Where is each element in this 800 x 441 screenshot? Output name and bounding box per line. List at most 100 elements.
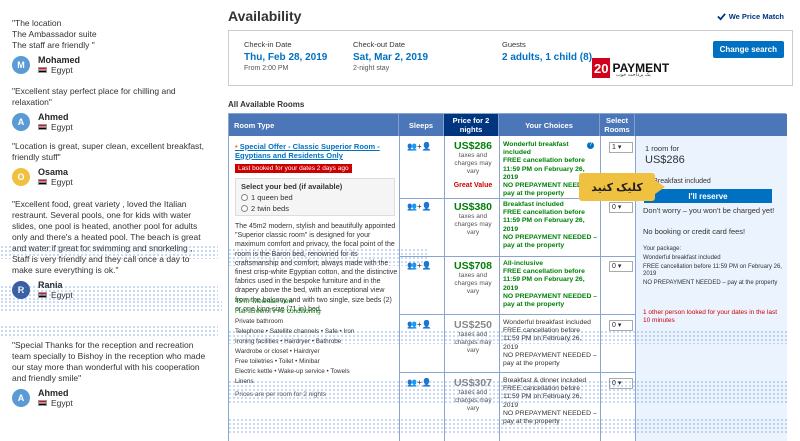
choices-cell: All-inclusive FREE cancellation before 1… (503, 260, 598, 309)
review-card: "The location The Ambassador suite The s… (12, 18, 212, 75)
checkin-value: Thu, Feb 28, 2019 (244, 52, 328, 63)
guests-block[interactable]: Guests 2 adults, 1 child (8) (502, 40, 592, 63)
amenity-line: 45 m² Mountain view (235, 297, 399, 306)
room-quantity-select[interactable]: 0 ▾ (609, 320, 633, 331)
header-room-type: Room Type (229, 114, 399, 136)
price-value: US$307 (454, 377, 492, 389)
room-quantity-select[interactable]: 0 ▾ (609, 378, 633, 389)
review-quote: "The location The Ambassador suite The s… (12, 18, 97, 50)
row-divider (399, 256, 635, 257)
room-name-link[interactable]: • Special Offer - Classic Superior Room … (235, 142, 397, 160)
avatar: R (12, 281, 30, 299)
column-divider (399, 136, 400, 441)
summary-rooms: 1 room for (645, 144, 680, 153)
price-cell: US$307 taxes and charges may vary (449, 377, 497, 413)
sleeps-icon: 👥+👤 (407, 142, 432, 151)
choice-meal: Breakfast & dinner included (503, 377, 587, 384)
room-name: Special Offer - Classic Superior Room - … (235, 142, 380, 160)
summary-price: US$286 (645, 154, 685, 166)
sleeps-icon: 👥+👤 (407, 261, 432, 270)
checkin-block[interactable]: Check-in Date Thu, Feb 28, 2019 From 2:0… (244, 40, 327, 72)
column-divider (444, 136, 445, 441)
checkout-value: Sat, Mar 2, 2019 (353, 52, 429, 63)
review-author: R Rania Egypt (12, 280, 212, 300)
header-choices: Your Choices (499, 114, 600, 136)
price-cell: US$708 taxes and charges may vary (449, 260, 497, 296)
select-value: 0 (612, 204, 616, 211)
price-note: taxes and charges may vary (454, 152, 492, 175)
choice-prepayment: NO PREPAYMENT NEEDED – pay at the proper… (503, 351, 597, 368)
great-value-badge: Great Value (453, 182, 493, 189)
price-note: taxes and charges may vary (454, 213, 492, 236)
price-note: taxes and charges may vary (454, 272, 492, 295)
amenity-line: Electric kettle • Wake-up service • Towe… (235, 368, 350, 375)
amenity-line: Linens (235, 378, 254, 385)
amenity-line: Wardrobe or closet • Hairdryer (235, 348, 320, 355)
author-country: Egypt (38, 65, 80, 75)
flag-icon (38, 292, 47, 298)
price-match-badge[interactable]: We Price Match (716, 12, 784, 21)
author-name: Mohamed (38, 55, 81, 65)
sleeps-icon: 👥+👤 (407, 320, 432, 329)
rooms-table: Room Type Sleeps Price for 2 nights Your… (228, 113, 787, 441)
select-value: 0 (612, 322, 616, 329)
section-title: All Available Rooms (228, 100, 305, 109)
callout-arrow-icon (655, 180, 665, 194)
bed-option-twin[interactable]: 2 twin beds (241, 204, 389, 213)
bed-option-queen[interactable]: 1 queen bed (241, 193, 389, 202)
header-sleeps: Sleeps (399, 114, 444, 136)
amenity-line: Ironing facilities • Hairdryer • Bathrob… (235, 338, 342, 345)
choice-meal: Wonderful breakfast included (503, 319, 591, 326)
radio-icon[interactable] (241, 194, 248, 201)
room-quantity-select[interactable]: 0 ▾ (609, 261, 633, 272)
review-author: A Ahmed Egypt (12, 388, 212, 408)
avatar: M (12, 56, 30, 74)
choices-cell: Breakfast included FREE cancellation bef… (503, 201, 598, 250)
amenity-size: 45 m² Mountain view (235, 298, 294, 305)
header-select: Select Rooms (600, 114, 635, 136)
author-country: Egypt (38, 122, 73, 132)
availability-panel: Availability We Price Match Check-in Dat… (0, 0, 800, 441)
checkin-label: Check-in Date (244, 40, 292, 49)
column-divider (499, 136, 500, 441)
country-label: Egypt (51, 290, 73, 300)
choice-prepayment: NO PREPAYMENT NEEDED – pay at the proper… (503, 292, 598, 309)
select-value: 0 (612, 263, 616, 270)
change-search-button[interactable]: Change search (712, 41, 784, 58)
choices-cell: Breakfast & dinner included FREE cancell… (503, 377, 598, 426)
help-icon[interactable]: ? (587, 142, 594, 149)
choice-prepayment: NO PREPAYMENT NEEDED – pay at the proper… (503, 233, 598, 250)
choice-cancellation: FREE cancellation before 11:59 PM on Feb… (503, 327, 582, 351)
checkin-time: From 2:00 PM (244, 65, 289, 72)
reviews-column: "The location The Ambassador suite The s… (0, 0, 218, 441)
check-shield-icon (716, 13, 726, 21)
logo-number: 20 (592, 58, 611, 78)
country-label: Egypt (51, 398, 73, 408)
room-quantity-select[interactable]: 0 ▾ (609, 202, 633, 213)
choice-cancellation: FREE cancellation before 11:59 PM on Feb… (503, 268, 585, 292)
bed-option-label: 1 queen bed (251, 193, 293, 202)
price-note: taxes and charges may vary (454, 389, 492, 412)
radio-icon[interactable] (241, 205, 248, 212)
avatar: O (12, 168, 30, 186)
bed-option-label: 2 twin beds (251, 204, 289, 213)
package-title: Your package: (643, 246, 682, 252)
amenity-line: Private bathroom (235, 318, 283, 325)
avatar: A (12, 113, 30, 131)
flag-icon (38, 179, 47, 185)
review-author: M Mohamed Egypt (12, 55, 212, 75)
review-quote: "Location is great, super clean, excelle… (12, 141, 205, 162)
room-quantity-select[interactable]: 1 ▾ (609, 142, 633, 153)
logo-tagline: یک پرداخت خوب (616, 72, 651, 78)
package-item: NO PREPAYMENT NEEDED – pay at the proper… (643, 280, 778, 286)
review-author: O Osama Egypt (12, 167, 212, 187)
checkout-block[interactable]: Check-out Date Sat, Mar 2, 2019 2-night … (353, 40, 428, 72)
price-cell: US$250 taxes and charges may vary (449, 319, 497, 355)
no-fees-note: No booking or credit card fees! (643, 227, 746, 236)
row-divider (399, 372, 635, 373)
select-value: 1 (612, 144, 616, 151)
review-card: "Location is great, super clean, excelle… (12, 141, 212, 187)
review-card: "Special Thanks for the reception and re… (12, 340, 212, 408)
review-card: "Excellent food, great variety , loved t… (12, 199, 212, 300)
bed-selector: Select your bed (if available) 1 queen b… (235, 178, 395, 216)
